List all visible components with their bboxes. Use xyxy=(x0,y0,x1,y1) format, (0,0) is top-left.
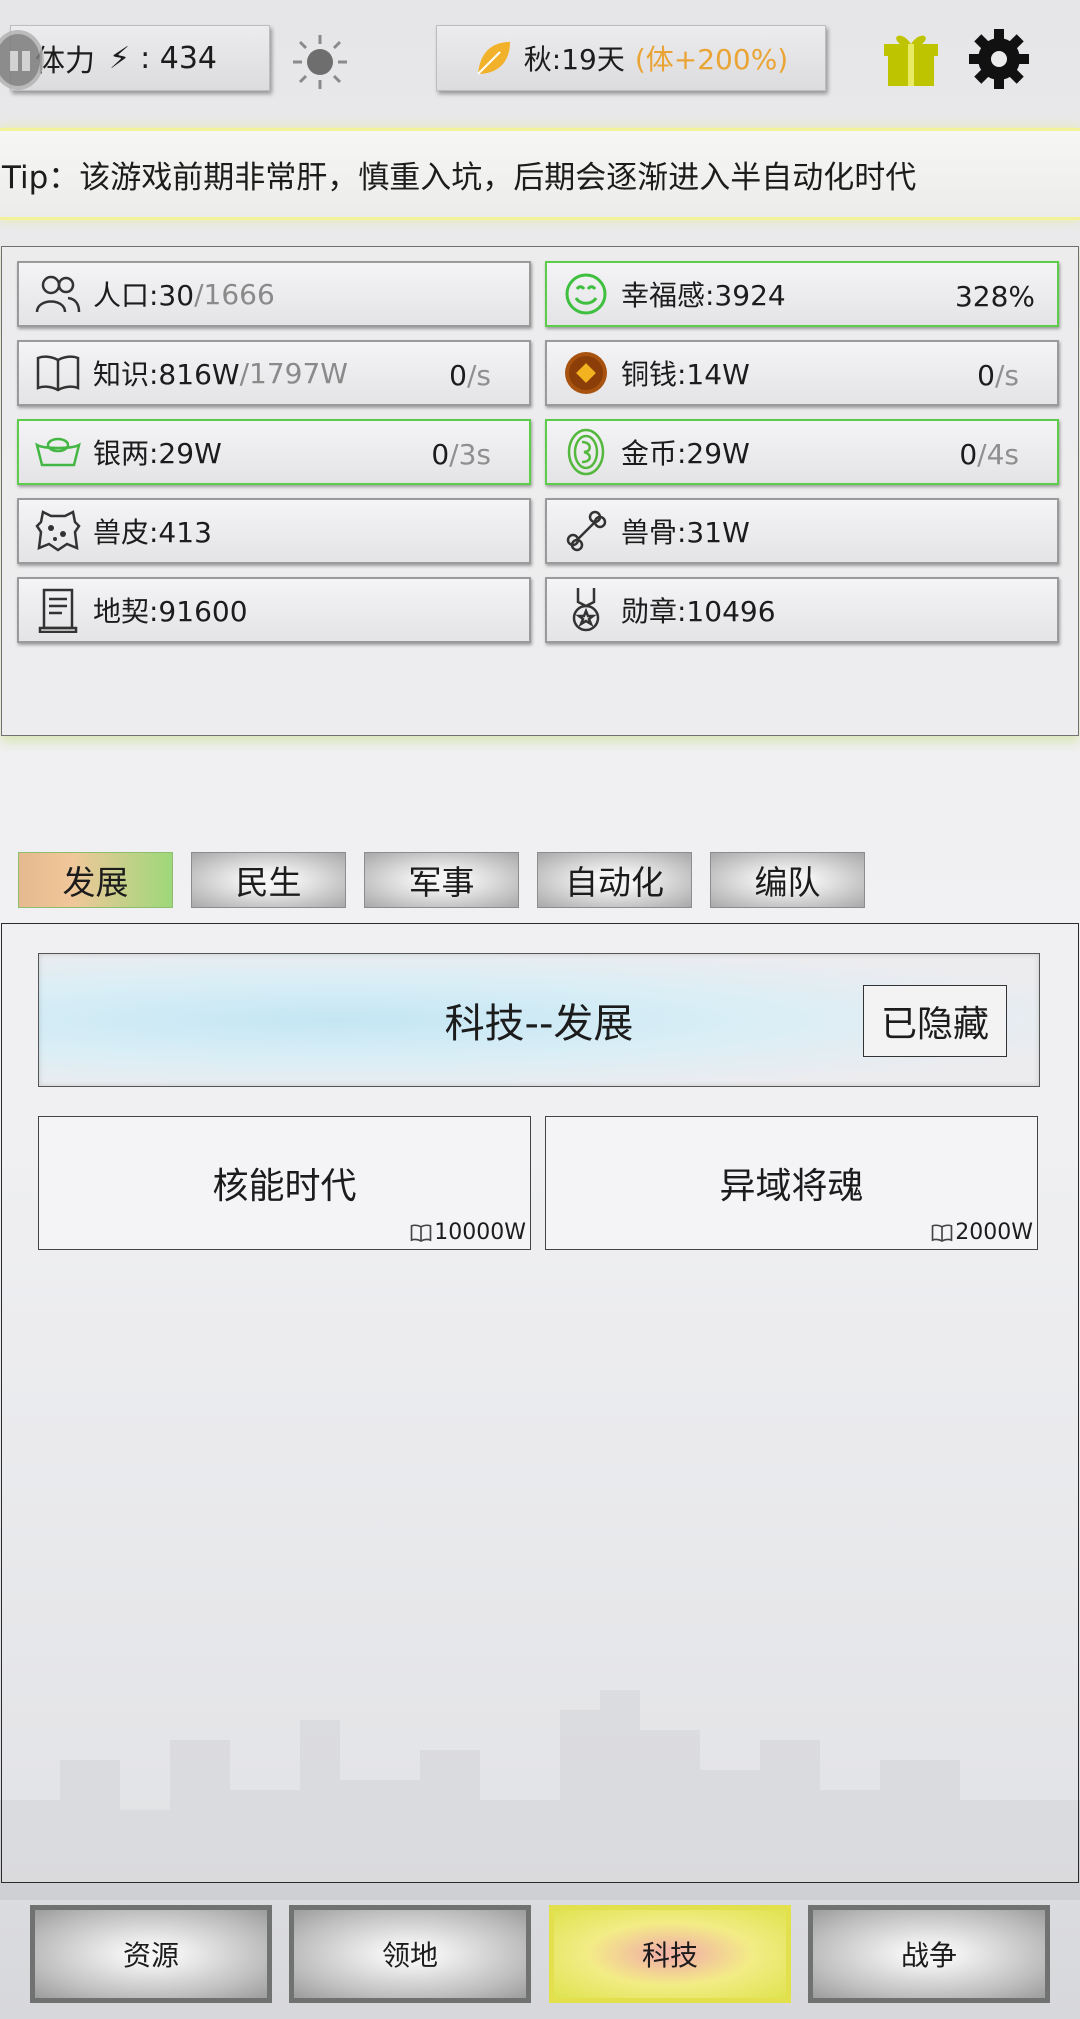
resource-name: 幸福感:3924 xyxy=(621,279,786,312)
stamina-value: 434 xyxy=(159,40,217,76)
lightning-icon: ⚡ xyxy=(109,40,131,76)
stamina-label: 体力 xyxy=(35,44,95,79)
resource-rate: 0/3s xyxy=(431,438,491,471)
nav-technology[interactable]: 科技 xyxy=(549,1905,791,2003)
tab-livelihood[interactable]: 民生 xyxy=(191,852,346,908)
resource-rate: 0/s xyxy=(449,359,491,392)
season-bonus: (体+200%) xyxy=(634,43,789,76)
tech-card-foreign-general-soul[interactable]: 异域将魂 2000W xyxy=(545,1116,1038,1250)
section-title: 科技--发展 xyxy=(444,1001,634,1047)
silver-ingot-icon xyxy=(33,427,83,477)
resource-population[interactable]: 人口:30/1666 xyxy=(17,261,531,327)
hidden-toggle-button[interactable]: 已隐藏 xyxy=(863,985,1007,1057)
tech-cost: 10000W xyxy=(410,1220,526,1245)
tab-automation[interactable]: 自动化 xyxy=(537,852,692,908)
hide-icon xyxy=(33,506,83,556)
book-icon xyxy=(931,1223,953,1242)
resource-bone[interactable]: 兽骨:31W xyxy=(545,498,1059,564)
happiness-percent: 328% xyxy=(954,280,1035,313)
tab-formation[interactable]: 编队 xyxy=(710,852,865,908)
season-display: 秋:19天 (体+200%) xyxy=(436,25,826,91)
resource-name: 勋章:10496 xyxy=(621,595,776,628)
gift-icon[interactable] xyxy=(882,30,940,88)
tab-military[interactable]: 军事 xyxy=(364,852,519,908)
sun-icon[interactable] xyxy=(291,33,349,91)
resource-rate: 0/4s xyxy=(959,438,1019,471)
resource-copper[interactable]: 铜钱:14W 0/s xyxy=(545,340,1059,406)
smiley-icon xyxy=(561,269,611,319)
resource-deed[interactable]: 地契:91600 xyxy=(17,577,531,643)
nav-war[interactable]: 战争 xyxy=(808,1905,1050,2003)
people-icon xyxy=(33,269,83,319)
gear-icon[interactable] xyxy=(968,28,1030,90)
resource-name: 银两:29W xyxy=(93,437,222,470)
resource-knowledge[interactable]: 知识:816W/1797W 0/s xyxy=(17,340,531,406)
tech-cost: 2000W xyxy=(931,1220,1033,1245)
resource-silver[interactable]: 银两:29W 0/3s xyxy=(17,419,531,485)
gold-coin-icon xyxy=(561,427,611,477)
resource-happiness[interactable]: 幸福感:3924 328% xyxy=(545,261,1059,327)
resource-name: 兽皮:413 xyxy=(93,516,212,549)
resource-gold[interactable]: 金币:29W 0/4s xyxy=(545,419,1059,485)
resource-name: 兽骨:31W xyxy=(621,516,750,549)
resource-max: /1797W xyxy=(239,356,348,390)
bone-icon xyxy=(561,506,611,556)
resource-name: 地契:91600 xyxy=(93,595,248,628)
resource-name: 铜钱:14W xyxy=(621,358,750,391)
resource-max: /1666 xyxy=(194,277,275,311)
tab-development[interactable]: 发展 xyxy=(18,852,173,908)
resource-name: 知识:816W xyxy=(93,358,240,391)
resource-hide[interactable]: 兽皮:413 xyxy=(17,498,531,564)
tech-name: 异域将魂 xyxy=(719,1166,864,1207)
book-icon xyxy=(33,348,83,398)
nav-territory[interactable]: 领地 xyxy=(289,1905,531,2003)
nav-resources[interactable]: 资源 xyxy=(30,1905,272,2003)
resource-medal[interactable]: 勋章:10496 xyxy=(545,577,1059,643)
season-text: 秋:19天 xyxy=(523,43,625,76)
tech-card-nuclear-age[interactable]: 核能时代 10000W xyxy=(38,1116,531,1250)
stamina-display: 体力 ⚡ : 434 xyxy=(10,25,270,91)
resource-name: 人口:30 xyxy=(93,279,195,312)
book-icon xyxy=(410,1223,432,1242)
tip-banner: Tip：该游戏前期非常肝，慎重入坑，后期会逐渐进入半自动化时代 xyxy=(0,128,1080,220)
medal-icon xyxy=(561,585,611,635)
stamina-colon: : xyxy=(140,40,160,76)
tech-name: 核能时代 xyxy=(212,1166,357,1207)
deed-icon xyxy=(33,585,83,635)
resource-name: 金币:29W xyxy=(621,437,750,470)
leaf-icon xyxy=(477,42,510,75)
copper-coin-icon xyxy=(561,348,611,398)
resource-rate: 0/s xyxy=(977,359,1019,392)
